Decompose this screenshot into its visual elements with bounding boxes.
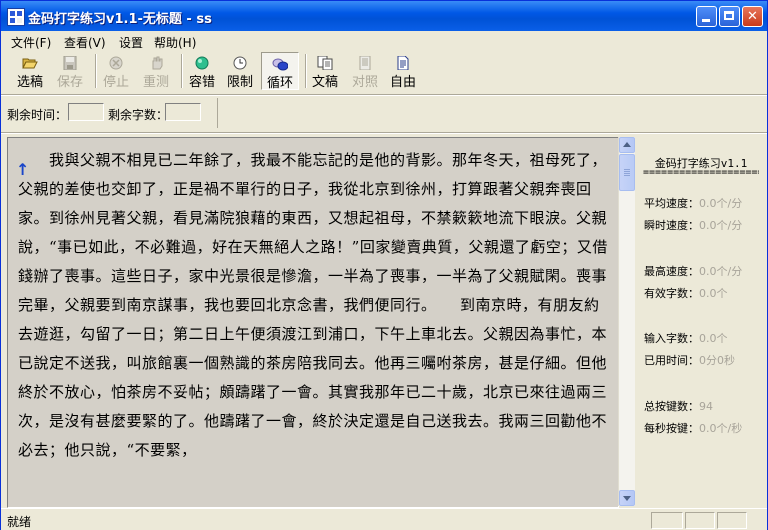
scroll-thumb[interactable] [619,154,635,191]
retest-button[interactable]: 重测 [139,52,173,90]
remaining-chars-label: 剩余字数： [108,108,169,122]
maximize-icon [724,11,734,20]
remaining-time-label: 剩余时间： [7,108,68,122]
typing-cursor-icon: ↑ [16,160,30,179]
status-text: 就绪 [7,515,32,529]
max-speed-row: 最高速度：0.0个/分 [644,263,742,279]
compare-doc-icon [359,56,371,70]
grip-icon [624,169,630,170]
info-panel: 剩余时间： 剩余字数： [5,98,218,128]
menu-settings[interactable]: 设置 [119,34,143,51]
maximize-button[interactable] [719,6,740,27]
keys-per-sec-label: 每秒按键： [644,422,699,435]
scroll-up-button[interactable] [619,137,635,153]
keys-per-sec-value: 0.0个/秒 [699,422,743,435]
status-bar: 就绪 [1,508,767,530]
select-button[interactable]: 选稿 [13,52,47,90]
title-bar[interactable]: 金码打字练习v1.1-无标题 - ss ✕ [1,1,767,31]
stop-button[interactable]: 停止 [99,52,133,90]
arrow-down-icon [623,496,631,501]
input-chars-row: 输入字数：0.0个 [644,330,728,346]
app-icon[interactable] [7,8,25,26]
input-chars-value: 0.0个 [699,332,728,345]
stats-panel: 金码打字练习v1.1 ==================== 平均速度：0.0… [637,137,765,506]
free-label: 自由 [389,75,416,90]
minimize-icon [702,19,710,22]
info-divider [1,132,767,134]
save-icon [63,56,77,70]
max-speed-value: 0.0个/分 [699,265,743,278]
compare-label: 对照 [351,75,378,90]
window-title: 金码打字练习v1.1-无标题 - ss [28,12,212,27]
loop-icon [272,58,288,71]
inst-speed-row: 瞬时速度：0.0个/分 [644,217,742,233]
select-label: 选稿 [16,75,43,90]
inst-speed-value: 0.0个/分 [699,219,743,232]
toolbar-separator [305,54,307,88]
time-used-label: 已用时间： [644,354,699,367]
time-used-row: 已用时间：0分0秒 [644,352,735,368]
folder-open-icon [22,58,38,69]
toolbar-separator [181,54,183,88]
retest-label: 重测 [142,75,169,90]
limit-label: 限制 [226,75,253,90]
toolbar-separator [95,54,97,88]
toolbar-divider [1,94,767,96]
clock-icon [233,56,247,70]
compare-button[interactable]: 对照 [348,52,382,90]
menu-bar: 文件(F) 查看(V) 设置 帮助(H) [1,31,767,51]
remaining-chars-field [165,103,201,121]
valid-chars-row: 有效字数：0.0个 [644,285,728,301]
practice-text-area[interactable]: ↑ 我與父親不相見已二年餘了，我最不能忘記的是他的背影。那年冬天，祖母死了，父親… [7,137,619,508]
documents-icon [317,56,333,70]
inst-speed-label: 瞬时速度： [644,219,699,232]
tolerance-button[interactable]: 容错 [185,52,219,90]
article-label: 文稿 [311,75,338,90]
article-button[interactable]: 文稿 [308,52,342,90]
keys-per-sec-row: 每秒按键：0.0个/秒 [644,420,742,436]
valid-chars-value: 0.0个 [699,287,728,300]
avg-speed-row: 平均速度：0.0个/分 [644,195,742,211]
tolerance-label: 容错 [188,75,215,90]
max-speed-label: 最高速度： [644,265,699,278]
total-keys-row: 总按键数：94 [644,398,713,414]
total-keys-label: 总按键数： [644,400,699,413]
save-button[interactable]: 保存 [53,52,87,90]
stop-label: 停止 [102,75,129,90]
scroll-down-button[interactable] [619,490,635,506]
time-used-value: 0分0秒 [699,354,735,367]
total-keys-value: 94 [699,400,713,413]
status-panel [685,512,715,529]
loop-button[interactable]: 循环 [261,52,299,91]
vertical-scrollbar[interactable] [618,137,635,506]
limit-button[interactable]: 限制 [223,52,257,90]
status-panel [651,512,683,529]
app-window: 金码打字练习v1.1-无标题 - ss ✕ 文件(F) 查看(V) 设置 帮助(… [0,0,768,530]
stats-rule: ==================== [643,167,759,178]
free-button[interactable]: 自由 [386,52,420,90]
loop-label: 循环 [266,76,293,91]
green-ball-icon [195,56,209,70]
valid-chars-label: 有效字数： [644,287,699,300]
stop-icon [109,56,123,70]
practice-text: 我與父親不相見已二年餘了，我最不能忘記的是他的背影。那年冬天，祖母死了，父親的差… [18,151,608,459]
free-doc-icon [397,56,409,70]
minimize-button[interactable] [696,6,717,27]
menu-view[interactable]: 查看(V) [64,34,106,51]
avg-speed-label: 平均速度： [644,197,699,210]
avg-speed-value: 0.0个/分 [699,197,743,210]
save-label: 保存 [56,75,83,90]
close-button[interactable]: ✕ [742,6,763,27]
input-chars-label: 输入字数： [644,332,699,345]
close-icon: ✕ [747,9,758,24]
menu-file[interactable]: 文件(F) [11,34,51,51]
hand-icon [152,56,163,70]
remaining-time-field [68,103,104,121]
menu-help[interactable]: 帮助(H) [154,34,196,51]
arrow-up-icon [623,142,631,147]
status-panel [717,512,747,529]
